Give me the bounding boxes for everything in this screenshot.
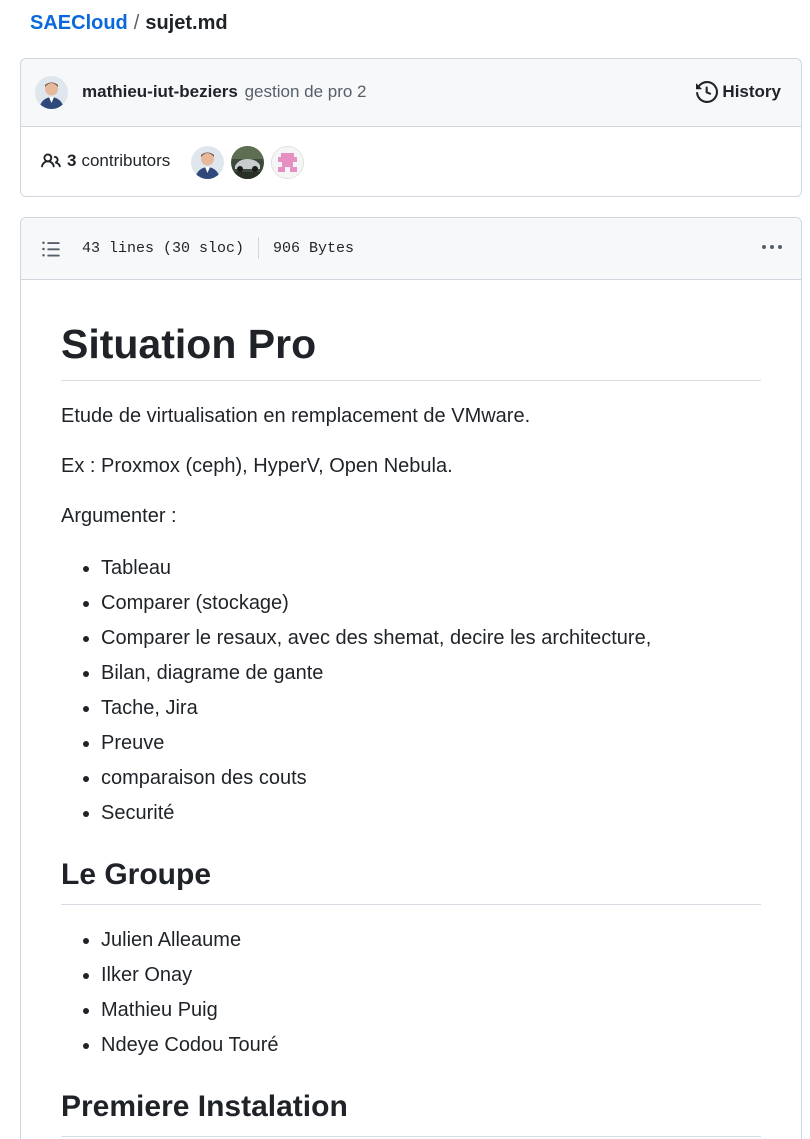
commit-author-message: mathieu-iut-beziers gestion de pro 2 xyxy=(82,82,367,102)
breadcrumb-repo-link[interactable]: SAECloud xyxy=(30,12,128,34)
contributor-avatar[interactable] xyxy=(271,146,304,179)
breadcrumb-file-name: sujet.md xyxy=(145,12,228,34)
file-info-divider xyxy=(258,237,260,259)
install-heading: Premiere Instalation xyxy=(61,1089,761,1137)
list-unordered-icon[interactable] xyxy=(41,239,61,259)
list-item: Comparer le resaux, avec des shemat, dec… xyxy=(101,621,761,656)
doc-title: Situation Pro xyxy=(61,320,761,381)
list-item: Securité xyxy=(101,796,761,831)
commit-row: mathieu-iut-beziers gestion de pro 2 His… xyxy=(21,59,801,127)
author-avatar[interactable] xyxy=(35,76,68,109)
list-item: Bilan, diagrame de gante xyxy=(101,656,761,691)
group-list: Julien Alleaume Ilker Onay Mathieu Puig … xyxy=(61,923,761,1063)
line-count: 43 lines (30 sloc) xyxy=(82,239,245,257)
history-label: History xyxy=(722,82,781,101)
contributors-link[interactable]: 3 contributors xyxy=(41,151,170,171)
contributors-row: 3 contributors xyxy=(21,127,801,197)
list-item: Comparer (stockage) xyxy=(101,586,761,621)
list-item: Mathieu Puig xyxy=(101,993,761,1028)
kebab-horizontal-icon[interactable] xyxy=(761,244,783,250)
group-heading: Le Groupe xyxy=(61,857,761,905)
file-viewer: 43 lines (30 sloc) 906 Bytes Situation P… xyxy=(20,217,802,1139)
list-item: Julien Alleaume xyxy=(101,923,761,958)
examples-paragraph: Ex : Proxmox (ceph), HyperV, Open Nebula… xyxy=(61,455,453,477)
argument-label: Argumenter : xyxy=(61,505,177,527)
breadcrumb: SAECloud / sujet.md xyxy=(30,11,228,35)
commit-author-link[interactable]: mathieu-iut-beziers xyxy=(82,82,238,101)
contributors-label: contributors xyxy=(81,151,171,170)
list-item: Tache, Jira xyxy=(101,691,761,726)
file-info: 43 lines (30 sloc) 906 Bytes xyxy=(82,237,354,259)
contributors-count: 3 xyxy=(67,151,77,170)
markdown-body: Situation Pro Etude de virtualisation en… xyxy=(61,280,761,1137)
list-item: comparaison des couts xyxy=(101,761,761,796)
list-item: Tableau xyxy=(101,551,761,586)
people-icon xyxy=(41,153,61,168)
contributor-avatar[interactable] xyxy=(231,146,264,179)
commit-message-link[interactable]: gestion de pro 2 xyxy=(245,82,367,101)
argument-list: Tableau Comparer (stockage) Comparer le … xyxy=(61,551,761,831)
contributor-avatar[interactable] xyxy=(191,146,224,179)
intro-paragraph: Etude de virtualisation en remplacement … xyxy=(61,405,531,427)
file-header: 43 lines (30 sloc) 906 Bytes xyxy=(21,218,801,280)
list-item: Ndeye Codou Touré xyxy=(101,1028,761,1063)
breadcrumb-separator: / xyxy=(133,12,140,34)
list-item: Preuve xyxy=(101,726,761,761)
history-icon xyxy=(696,81,719,103)
history-button[interactable]: History xyxy=(696,81,781,103)
latest-commit-box: mathieu-iut-beziers gestion de pro 2 His… xyxy=(20,58,802,197)
list-item: Ilker Onay xyxy=(101,958,761,993)
file-size: 906 Bytes xyxy=(273,239,355,257)
